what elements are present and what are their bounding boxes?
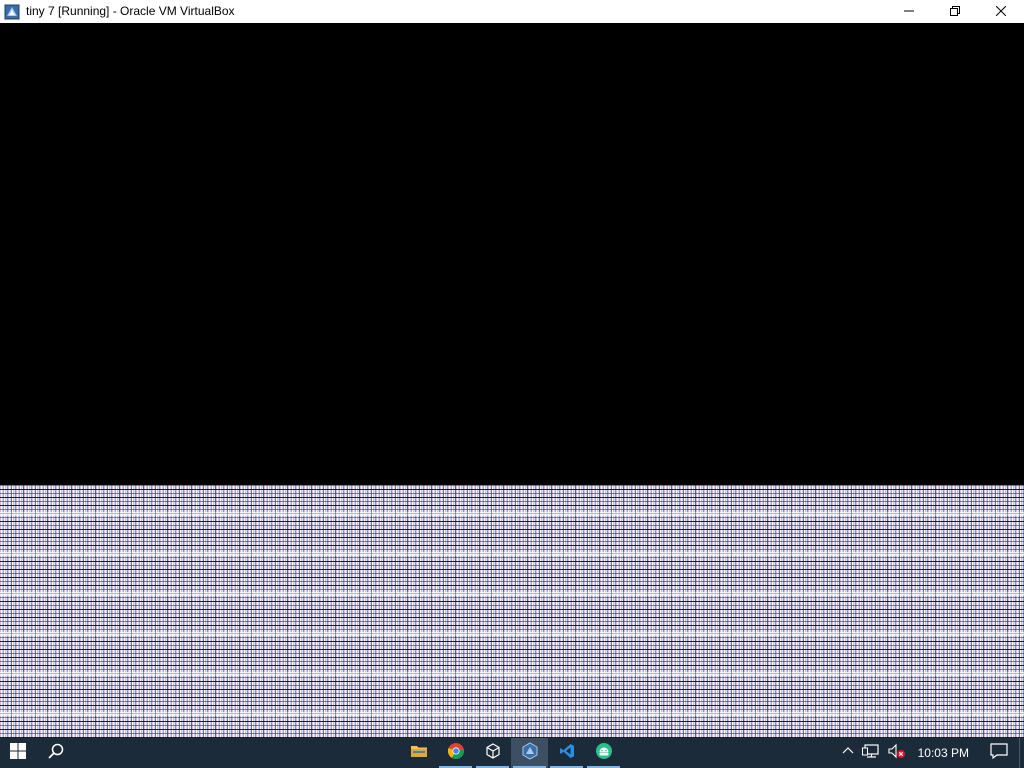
chrome-icon — [447, 742, 465, 765]
search-icon — [48, 743, 64, 764]
volume-muted-icon — [888, 743, 906, 764]
minimize-button[interactable] — [886, 0, 932, 23]
virtualbox-icon — [521, 741, 539, 765]
action-center-button[interactable] — [979, 738, 1019, 768]
system-tray: 10:03 PM — [838, 738, 1024, 768]
taskbar-app-virtualbox[interactable] — [511, 738, 548, 768]
virtualbox-vm-icon — [4, 4, 20, 20]
window-title: tiny 7 [Running] - Oracle VM VirtualBox — [26, 4, 235, 18]
window-controls — [886, 0, 1024, 23]
close-button[interactable] — [978, 0, 1024, 23]
chevron-up-icon — [842, 744, 854, 762]
taskbar: 10:03 PM — [0, 738, 1024, 768]
vm-display-black-region — [0, 23, 1024, 485]
windows-start-icon — [10, 742, 26, 764]
volume-button[interactable] — [884, 738, 910, 768]
network-icon — [861, 743, 880, 764]
taskbar-app-android[interactable] — [585, 738, 622, 768]
taskbar-app-vscode[interactable] — [548, 738, 585, 768]
android-icon — [595, 742, 613, 765]
title-bar[interactable]: tiny 7 [Running] - Oracle VM VirtualBox — [0, 0, 1024, 23]
folder-icon — [410, 743, 428, 764]
show-desktop-button[interactable] — [1019, 738, 1024, 768]
minimize-icon — [904, 5, 914, 19]
taskbar-apps — [400, 738, 622, 768]
taskbar-app-3d-viewer[interactable] — [474, 738, 511, 768]
show-hidden-icons-button[interactable] — [838, 738, 858, 768]
restore-button[interactable] — [932, 0, 978, 23]
vm-display[interactable] — [0, 23, 1024, 738]
virtualbox-window: tiny 7 [Running] - Oracle VM VirtualBox — [0, 0, 1024, 738]
vscode-icon — [559, 743, 575, 764]
search-button[interactable] — [36, 738, 76, 768]
clock[interactable]: 10:03 PM — [910, 746, 979, 760]
taskbar-app-file-explorer[interactable] — [400, 738, 437, 768]
start-button[interactable] — [0, 738, 36, 768]
notifications-icon — [990, 742, 1008, 764]
network-button[interactable] — [858, 738, 884, 768]
vm-display-corrupted-graphics — [0, 485, 1024, 738]
restore-icon — [950, 5, 960, 19]
close-icon — [995, 5, 1007, 19]
taskbar-app-chrome[interactable] — [437, 738, 474, 768]
cube-icon — [485, 742, 501, 764]
